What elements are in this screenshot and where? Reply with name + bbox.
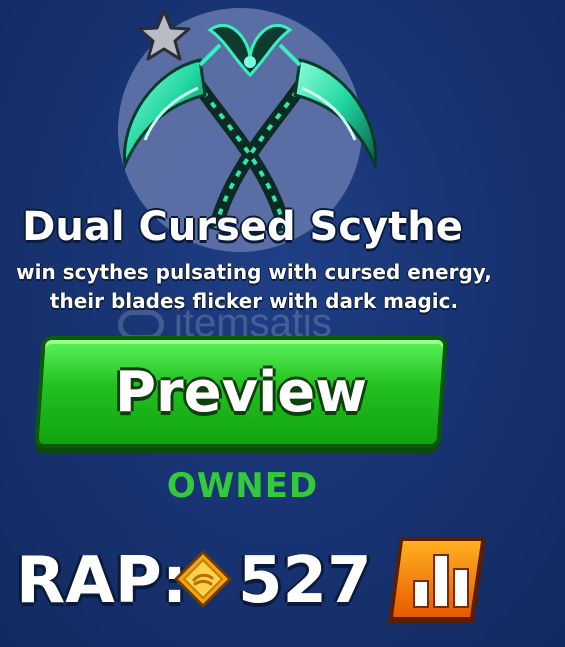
rap-value: 527 <box>238 544 372 618</box>
bar-chart-icon[interactable] <box>386 533 488 627</box>
owned-status: OWNED <box>166 466 319 506</box>
item-description: win scythes pulsating with cursed energy… <box>0 258 514 316</box>
rap-label: RAP: <box>16 544 188 618</box>
rap-row: RAP: 527 <box>16 530 486 630</box>
star-icon <box>137 9 191 61</box>
item-description-line-1: win scythes pulsating with cursed energy… <box>16 260 492 284</box>
item-name: Dual Cursed Scythe <box>22 204 463 250</box>
preview-button[interactable]: Preview <box>34 336 448 448</box>
preview-button-label: Preview <box>114 359 368 425</box>
rap-coin-icon <box>174 550 232 608</box>
item-description-line-2: their blades flicker with dark magic. <box>49 289 459 313</box>
